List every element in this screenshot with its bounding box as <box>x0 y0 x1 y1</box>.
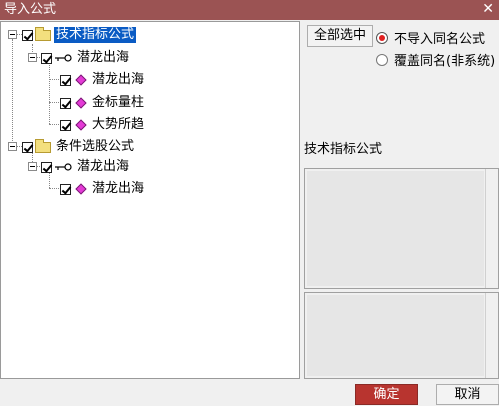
radio-overwrite-label: 覆盖同名(非系统) <box>394 54 496 69</box>
tree-node-label: 技术指标公式 <box>54 27 137 43</box>
collapse-icon[interactable] <box>28 53 37 62</box>
checkbox[interactable] <box>60 97 71 109</box>
formula-icon <box>75 183 87 195</box>
tree-node-label: 金标量柱 <box>92 95 145 110</box>
tree-node-formula[interactable]: 潜龙出海 <box>60 179 146 199</box>
radio-unselected-icon <box>376 53 388 66</box>
radio-selected-icon <box>376 31 388 44</box>
checkbox[interactable] <box>60 74 71 86</box>
tree-node-label: 条件选股公式 <box>56 139 135 154</box>
checkbox[interactable] <box>60 119 71 131</box>
checkbox[interactable] <box>41 161 52 173</box>
radio-no-import[interactable]: 不导入同名公式 <box>376 28 485 47</box>
description-panel[interactable] <box>304 168 499 289</box>
collapse-icon[interactable] <box>8 142 17 151</box>
title-bar: 导入公式 ✕ <box>0 0 499 20</box>
tree-node-group[interactable]: 潜龙出海 <box>41 157 131 177</box>
vertical-scrollbar[interactable] <box>485 169 498 288</box>
tree-node-formula[interactable]: 大势所趋 <box>60 115 146 135</box>
radio-overwrite[interactable]: 覆盖同名(非系统) <box>376 50 495 69</box>
formula-icon <box>75 74 87 86</box>
radio-no-import-label: 不导入同名公式 <box>394 32 486 47</box>
tree-line <box>49 124 59 125</box>
tree-node-label: 潜龙出海 <box>77 159 130 174</box>
tree-line <box>49 102 59 103</box>
close-icon[interactable]: ✕ <box>482 0 494 18</box>
tree-node-label: 潜龙出海 <box>92 181 145 196</box>
tree-node-label: 大势所趋 <box>92 117 145 132</box>
checkbox[interactable] <box>41 52 52 64</box>
tree-node-label: 潜龙出海 <box>92 72 145 87</box>
folder-icon <box>35 138 51 153</box>
tree-node-group[interactable]: 潜龙出海 <box>41 48 131 68</box>
collapse-icon[interactable] <box>28 162 37 171</box>
tree-node-folder[interactable]: 条件选股公式 <box>22 137 136 157</box>
description-text-area <box>307 171 484 286</box>
ok-button[interactable]: 确定 <box>355 384 418 405</box>
tree-line <box>12 39 13 147</box>
vertical-scrollbar[interactable] <box>485 293 498 378</box>
window-title: 导入公式 <box>4 2 57 17</box>
detail-panel[interactable] <box>304 292 499 379</box>
tree-line <box>49 62 50 124</box>
tree-node-formula[interactable]: 金标量柱 <box>60 93 146 113</box>
tree-node-formula[interactable]: 潜龙出海 <box>60 70 146 90</box>
select-all-button[interactable]: 全部选中 <box>307 25 373 47</box>
key-icon <box>54 52 72 64</box>
selected-name-label: 技术指标公式 <box>304 142 383 157</box>
folder-icon <box>35 26 51 41</box>
detail-text-area <box>307 295 484 376</box>
checkbox[interactable] <box>22 141 33 153</box>
formula-icon <box>75 119 87 131</box>
tree-node-folder[interactable]: 技术指标公式 <box>22 25 137 45</box>
checkbox[interactable] <box>22 29 33 41</box>
checkbox[interactable] <box>60 183 71 195</box>
collapse-icon[interactable] <box>8 30 17 39</box>
key-icon <box>54 161 72 173</box>
tree-node-label: 潜龙出海 <box>77 50 130 65</box>
formula-icon <box>75 97 87 109</box>
tree-line <box>49 188 59 189</box>
cancel-button[interactable]: 取消 <box>436 384 499 405</box>
formula-tree[interactable]: 技术指标公式 潜龙出海 潜龙出海 金标量柱 大势所趋 条件选股公式 潜龙出海 潜… <box>0 21 300 379</box>
tree-line <box>49 79 59 80</box>
